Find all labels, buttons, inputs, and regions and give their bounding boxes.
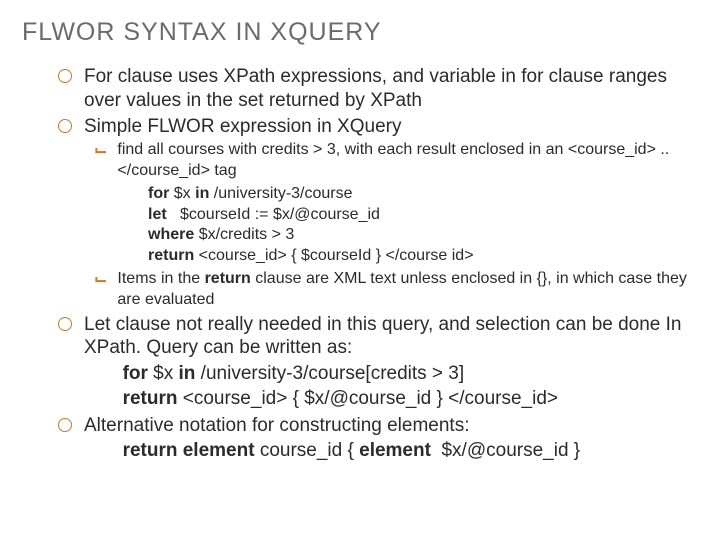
bullet-3-text: Let clause not really needed in this que… xyxy=(84,313,698,361)
circle-bullet-icon xyxy=(58,119,72,133)
circle-bullet-icon xyxy=(58,317,72,331)
subbullet-2: ⌙ Items in the return clause are XML tex… xyxy=(94,269,698,311)
tilde-bullet-icon: ⌙ xyxy=(94,270,107,290)
bullet-4: Alternative notation for constructing el… xyxy=(58,414,698,438)
circle-bullet-icon xyxy=(58,69,72,83)
subbullet-1: ⌙ find all courses with credits > 3, wit… xyxy=(94,140,698,182)
bullet-3: Let clause not really needed in this que… xyxy=(58,313,698,361)
slide-title: FLWOR SYNTAX IN XQUERY xyxy=(22,18,698,47)
subbullet-1-text: find all courses with credits > 3, with … xyxy=(117,140,698,182)
bullet-1: For clause uses XPath expressions, and v… xyxy=(58,65,698,113)
circle-bullet-icon xyxy=(58,418,72,432)
bullet-2-text: Simple FLWOR expression in XQuery xyxy=(84,115,401,139)
subbullet-2-text: Items in the return clause are XML text … xyxy=(117,269,698,311)
bullet-4-text: Alternative notation for constructing el… xyxy=(84,414,469,438)
code-block-2: for $x in /university-3/course[credits >… xyxy=(112,362,698,411)
bullet-1-text: For clause uses XPath expressions, and v… xyxy=(84,65,698,113)
code-block-1: for $x in /university-3/course let $cour… xyxy=(148,184,698,267)
bullet-2: Simple FLWOR expression in XQuery xyxy=(58,115,698,139)
tilde-bullet-icon: ⌙ xyxy=(94,141,107,161)
code-block-3: return element course_id { element $x/@c… xyxy=(112,439,698,464)
